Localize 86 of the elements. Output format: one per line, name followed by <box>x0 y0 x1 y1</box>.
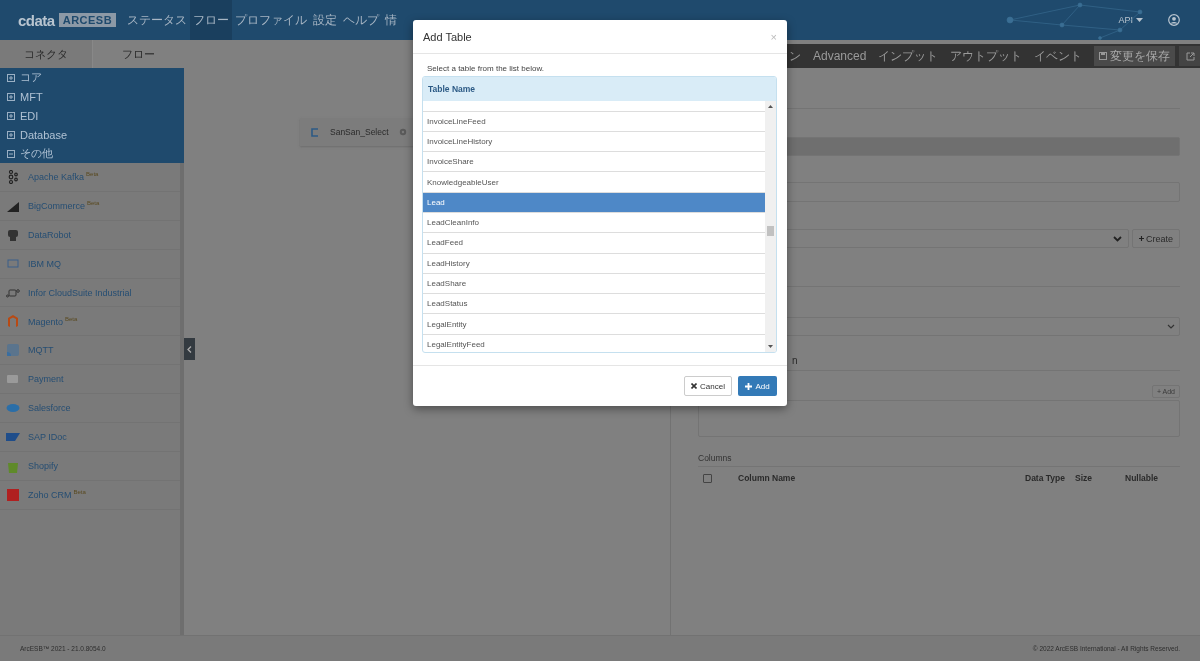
nav-item[interactable]: プロファイル <box>232 0 311 40</box>
plus-icon <box>745 382 753 390</box>
connector-name: Apache Kafka $^{Beta}$ <box>28 171 99 183</box>
table-row[interactable]: LeadCleanInfo <box>423 213 765 234</box>
nav-item[interactable]: ヘルプ <box>340 0 383 40</box>
column-header: Size <box>1075 473 1092 483</box>
category-label: その他 <box>20 146 53 161</box>
table-row[interactable]: LegalEntity <box>423 314 765 335</box>
nav-item[interactable]: ステータス <box>124 0 191 40</box>
connector-icon <box>310 127 320 137</box>
flow-node[interactable]: SanSan_Select <box>300 118 416 146</box>
column-header: Column Name <box>738 473 796 483</box>
plus-icon <box>1139 235 1144 242</box>
scroll-thumb[interactable] <box>767 226 774 236</box>
chevron-down-icon <box>1113 235 1122 242</box>
connector-icon <box>6 314 20 329</box>
connector-icon <box>6 169 20 184</box>
scrollbar[interactable] <box>765 101 776 352</box>
category-label: コア <box>20 70 42 85</box>
logo-brand: cdata <box>18 11 55 29</box>
table-row[interactable]: LeadShare <box>423 273 765 295</box>
select-all-checkbox[interactable] <box>703 473 712 483</box>
column-header: Data Type <box>1025 473 1065 483</box>
create-button[interactable]: Create <box>1132 229 1180 248</box>
connector-name: IBM MQ <box>28 258 61 269</box>
column-header: Table Name <box>423 77 776 101</box>
section-heading: Columns <box>698 453 733 465</box>
table-row[interactable]: InvoiceLineHistory <box>423 131 765 153</box>
logo[interactable]: cdata ARCESB <box>18 11 117 29</box>
caret-icon <box>1136 18 1143 22</box>
scroll-down-icon[interactable] <box>768 345 773 348</box>
panel-tab[interactable]: イベント <box>1034 47 1083 65</box>
add-button[interactable]: Add <box>738 376 777 396</box>
category-label: MFT <box>20 90 43 103</box>
panel-tab[interactable]: アウトプット <box>950 47 1023 65</box>
connector-name: Zoho CRM $^{Beta}$ <box>28 489 86 501</box>
category-item[interactable]: MFT <box>0 87 184 106</box>
table-row[interactable]: InvoiceLineFeed <box>423 111 765 132</box>
chevron-down-icon <box>1167 324 1175 329</box>
connector-name: SAP IDoc <box>28 431 67 442</box>
category-item[interactable]: EDI <box>0 106 184 125</box>
table-row[interactable]: LeadStatus <box>423 294 765 315</box>
column-header: Nullable <box>1125 473 1159 483</box>
table-row[interactable]: KnowledgeableUser <box>423 172 765 193</box>
instruction-text: Select a table from the list below. <box>427 64 545 75</box>
connector-name: Infor CloudSuite Industrial <box>28 287 132 298</box>
connector-name: MQTT <box>28 345 54 356</box>
connector-name: BigCommerce $^{Beta}$ <box>28 200 100 212</box>
category-item[interactable]: その他 <box>0 144 184 163</box>
logo-product: ARCESB <box>58 13 117 27</box>
connector-icon <box>6 256 20 271</box>
nav-item[interactable]: 情 <box>382 0 401 40</box>
nav-item[interactable]: 設定 <box>310 0 341 40</box>
connector-name: Salesforce <box>28 403 71 414</box>
category-label: Database <box>20 128 68 141</box>
category-item[interactable]: コア <box>0 68 184 87</box>
chevron-left-icon <box>187 345 192 353</box>
connector-name: Payment <box>28 374 64 385</box>
table-row[interactable]: Lead <box>423 192 765 213</box>
api-menu[interactable]: API <box>1118 15 1143 25</box>
category-item[interactable]: Database <box>0 125 184 144</box>
connector-name: Magento $^{Beta}$ <box>28 315 78 327</box>
cancel-button[interactable]: Cancel <box>684 376 732 396</box>
sidebar-tab[interactable]: フロー <box>92 40 184 68</box>
dialog-title: Add Table <box>423 30 472 43</box>
panel-tab[interactable]: インプット <box>878 47 939 65</box>
node-label: SanSan_Select <box>330 127 389 137</box>
nav-item[interactable]: フロー <box>190 0 233 40</box>
category-label: EDI <box>20 109 39 122</box>
connector-icon <box>6 227 20 242</box>
panel-tab[interactable]: ン <box>789 47 801 65</box>
save-icon <box>1099 52 1108 60</box>
collapse-sidebar-button[interactable] <box>184 338 195 360</box>
connector-icon <box>6 343 20 358</box>
external-link-icon <box>1185 51 1195 61</box>
close-icon <box>691 383 698 389</box>
panel-tab[interactable]: Advanced <box>813 49 867 63</box>
save-button[interactable]: 変更を保存 <box>1094 46 1176 66</box>
connector-icon <box>6 487 20 502</box>
table-row[interactable]: InvoiceShare <box>423 152 765 173</box>
connector-name: DataRobot <box>28 229 72 240</box>
section-heading: n <box>792 355 798 366</box>
table-row[interactable]: LeadHistory <box>423 253 765 274</box>
table-row[interactable]: LeadFeed <box>423 233 765 254</box>
user-icon[interactable] <box>1168 14 1180 26</box>
connector-name: Shopify <box>28 460 59 471</box>
